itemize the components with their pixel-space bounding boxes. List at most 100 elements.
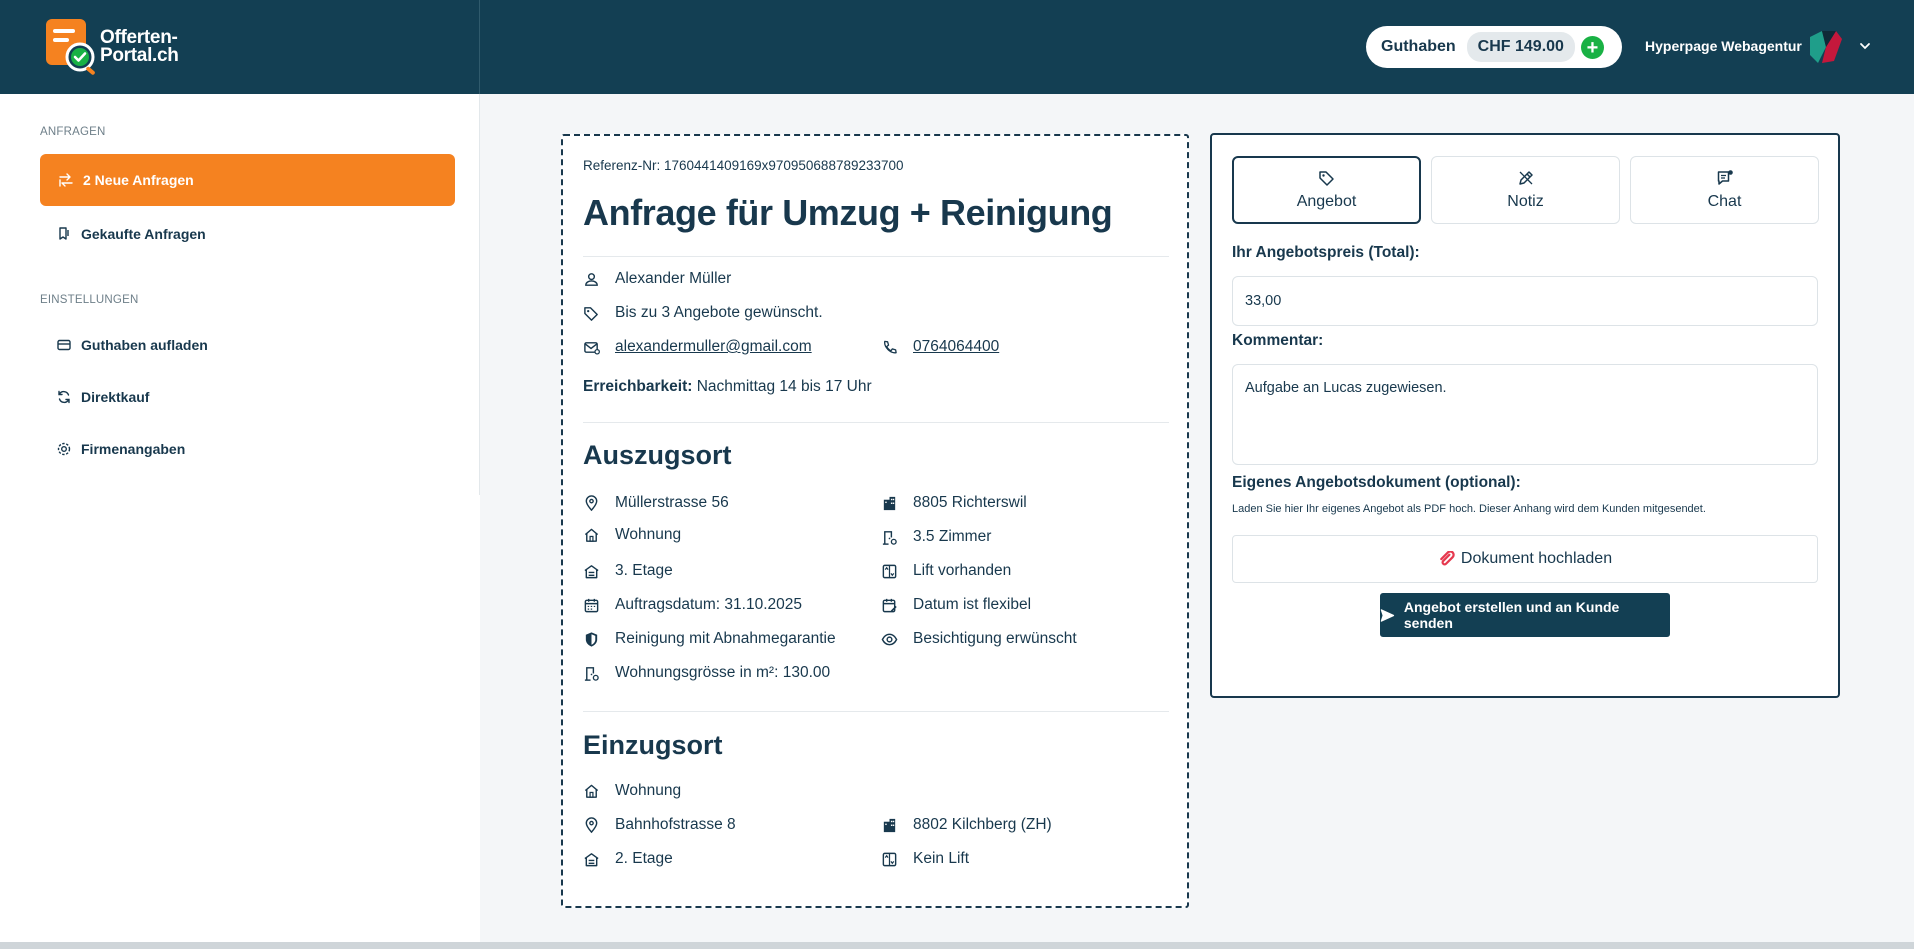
sidebar-section-requests: ANFRAGEN — [40, 126, 106, 138]
send-icon — [1380, 608, 1395, 622]
mail-icon — [584, 341, 600, 355]
buildings-icon — [883, 818, 896, 832]
bottom-strip — [0, 942, 1914, 949]
sidebar-item-direct-purchase[interactable]: Direktkauf — [40, 371, 455, 423]
company-name[interactable]: Hyperpage Webagentur — [1645, 38, 1802, 54]
phone-row: 0764064400 — [881, 338, 999, 356]
company-logo-icon[interactable] — [1806, 27, 1846, 67]
chevron-down-icon[interactable] — [1858, 39, 1872, 53]
moveout-lift: Lift vorhanden — [881, 562, 1011, 580]
submit-label: Angebot erstellen und an Kunde senden — [1403, 599, 1620, 631]
sidebar-item-topup[interactable]: Guthaben aufladen — [40, 319, 455, 371]
price-input[interactable]: 33,00 — [1232, 276, 1818, 326]
gear-icon — [57, 442, 71, 456]
balance-pill[interactable]: Guthaben CHF 149.00 + — [1366, 26, 1622, 68]
movein-street: Bahnhofstrasse 8 — [583, 816, 736, 834]
moveout-date: Auftragsdatum: 31.10.2025 — [583, 596, 802, 614]
location-pin-icon — [585, 494, 598, 511]
sidebar-item-new-requests[interactable]: 2 Neue Anfragen — [40, 154, 455, 206]
moveout-rooms: 3.5 Zimmer — [881, 528, 991, 546]
customer-name-text: Alexander Müller — [615, 270, 732, 287]
movein-title: Einzugsort — [583, 730, 723, 760]
sidebar-item-company-info[interactable]: Firmenangaben — [40, 423, 455, 475]
email-link[interactable]: alexandermuller@gmail.com — [615, 338, 812, 356]
tag-icon — [584, 306, 598, 321]
moveout-city-text: 8805 Richterswil — [913, 494, 1027, 511]
availability: Erreichbarkeit: Nachmittag 14 bis 17 Uhr — [583, 378, 872, 396]
document-hint: Laden Sie hier Ihr eigenes Angebot als P… — [1232, 503, 1706, 515]
sidebar-item-label: Direktkauf — [81, 389, 150, 405]
moveout-size: Wohnungsgrösse in m²: 130.00 — [583, 664, 830, 682]
sidebar: ANFRAGEN 2 Neue Anfragen Gekaufte Anfrag… — [0, 94, 480, 495]
sidebar-item-label: 2 Neue Anfragen — [83, 172, 194, 188]
shield-icon — [585, 631, 598, 647]
floor-icon — [584, 564, 599, 578]
tab-offer[interactable]: Angebot — [1232, 156, 1421, 224]
add-balance-button[interactable]: + — [1581, 36, 1604, 59]
moveout-street-text: Müllerstrasse 56 — [615, 494, 729, 511]
chat-icon — [1717, 170, 1733, 185]
sidebar-item-purchased-requests[interactable]: Gekaufte Anfragen — [40, 208, 455, 260]
logo-icon[interactable] — [44, 17, 100, 75]
person-icon — [585, 272, 598, 286]
location-pin-icon — [585, 816, 598, 833]
moveout-date-text: Auftragsdatum: 31.10.2025 — [615, 596, 802, 613]
buildings-icon — [883, 496, 896, 510]
inbox-arrow-icon — [59, 173, 73, 187]
movein-city: 8802 Kilchberg (ZH) — [881, 816, 1052, 834]
house-icon — [584, 528, 599, 542]
moveout-cleaning-text: Reinigung mit Abnahmegarantie — [615, 630, 836, 647]
moveout-type-text: Wohnung — [615, 526, 682, 543]
tab-label: Notiz — [1507, 193, 1544, 210]
availability-value: Nachmittag 14 bis 17 Uhr — [696, 378, 872, 395]
customer-name: Alexander Müller — [583, 270, 731, 288]
divider — [583, 711, 1169, 712]
comment-textarea[interactable]: Aufgabe an Lucas zugewiesen. — [1232, 364, 1818, 465]
balance-amount: CHF 149.00 — [1466, 32, 1575, 62]
submit-offer-button[interactable]: Angebot erstellen und an Kunde senden — [1380, 593, 1670, 637]
tag-icon — [1318, 171, 1334, 186]
offers-wanted: Bis zu 3 Angebote gewünscht. — [583, 304, 823, 322]
elevator-icon — [882, 564, 897, 578]
door-icon — [584, 666, 599, 681]
tab-chat[interactable]: Chat — [1630, 156, 1819, 224]
calendar-icon — [584, 598, 599, 612]
email-row: alexandermuller@gmail.com — [583, 338, 812, 356]
movein-type-text: Wohnung — [615, 782, 682, 799]
tab-note[interactable]: Notiz — [1431, 156, 1620, 224]
top-bar: Offerten- Portal.ch Guthaben CHF 149.00 … — [0, 0, 1914, 94]
logo-area: Offerten- Portal.ch — [0, 0, 480, 94]
movein-floor-text: 2. Etage — [615, 850, 673, 867]
moveout-floor-text: 3. Etage — [615, 562, 673, 579]
movein-lift: Kein Lift — [881, 850, 969, 868]
document-label: Eigenes Angebotsdokument (optional): — [1232, 474, 1521, 491]
logo-text: Offerten- Portal.ch — [100, 28, 179, 66]
moveout-floor: 3. Etage — [583, 562, 673, 580]
phone-icon — [884, 340, 897, 353]
movein-type: Wohnung — [583, 782, 681, 800]
sidebar-item-label: Firmenangaben — [81, 441, 186, 457]
bookmark-icon — [59, 227, 69, 240]
phone-link[interactable]: 0764064400 — [913, 338, 999, 356]
movein-street-text: Bahnhofstrasse 8 — [615, 816, 736, 833]
moveout-size-text: Wohnungsgrösse in m²: 130.00 — [615, 664, 831, 681]
reference-number: Referenz-Nr: 1760441409169x9709506887892… — [583, 158, 904, 173]
divider — [583, 422, 1169, 423]
pencil-icon — [1518, 171, 1533, 185]
upload-document-button[interactable]: Dokument hochladen — [1232, 535, 1818, 583]
credit-card-icon — [57, 339, 71, 351]
offer-card: Angebot Notiz Chat Ihr Angebotspreis (To… — [1210, 133, 1840, 698]
moveout-viewing-text: Besichtigung erwünscht — [913, 630, 1077, 647]
balance-label: Guthaben — [1381, 38, 1456, 55]
moveout-viewing: Besichtigung erwünscht — [881, 630, 1077, 648]
tab-label: Angebot — [1296, 193, 1357, 210]
floor-icon — [584, 852, 599, 866]
availability-label: Erreichbarkeit: — [583, 378, 693, 395]
door-icon — [882, 530, 897, 545]
logo-line2: Portal.ch — [100, 45, 179, 66]
movein-lift-text: Kein Lift — [913, 850, 970, 867]
request-card: Referenz-Nr: 1760441409169x9709506887892… — [561, 134, 1189, 908]
moveout-title: Auszugsort — [583, 440, 732, 470]
sidebar-item-label: Guthaben aufladen — [81, 337, 208, 353]
refresh-icon — [58, 390, 70, 404]
